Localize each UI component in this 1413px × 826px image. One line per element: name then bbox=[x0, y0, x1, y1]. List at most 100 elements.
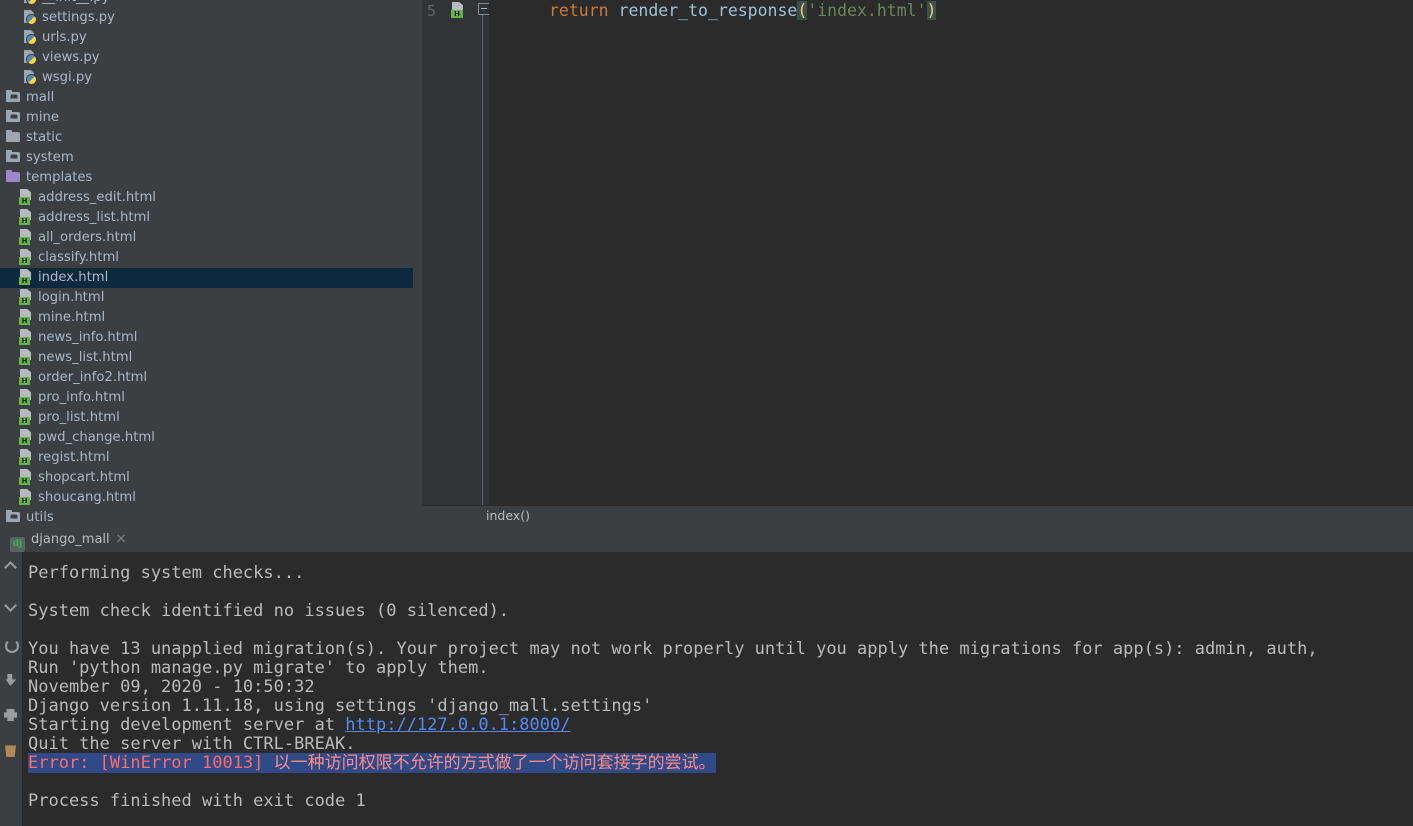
tree-item-index-html[interactable]: index.html bbox=[0, 268, 420, 288]
tree-item-system[interactable]: system bbox=[0, 148, 420, 168]
tree-item-mine[interactable]: mine bbox=[0, 108, 420, 128]
fold-guide-line bbox=[482, 14, 483, 505]
tree-item-address-list-html[interactable]: address_list.html bbox=[0, 208, 420, 228]
module-folder-icon bbox=[6, 509, 22, 525]
console-text: You have 13 unapplied migration(s). Your… bbox=[28, 639, 1318, 659]
code-editor[interactable]: 5 return render_to_response('index.html'… bbox=[422, 0, 1413, 505]
console-text: Process finished with exit code 1 bbox=[28, 791, 366, 811]
python-file-icon bbox=[22, 0, 38, 5]
rerun-icon[interactable] bbox=[3, 637, 19, 653]
console-line: Run 'python manage.py migrate' to apply … bbox=[28, 659, 489, 678]
tree-item-label: system bbox=[26, 150, 74, 165]
tree-item-label: __init__.py bbox=[42, 0, 110, 5]
tree-item-label: regist.html bbox=[38, 450, 110, 465]
tree-item-pwd-change-html[interactable]: pwd_change.html bbox=[0, 428, 420, 448]
console-line: Starting development server at http://12… bbox=[28, 716, 570, 735]
html-file-icon bbox=[18, 329, 34, 345]
breadcrumb[interactable]: index() bbox=[486, 508, 530, 523]
tree-item-label: mine.html bbox=[38, 310, 106, 325]
tree-item-views-py[interactable]: views.py bbox=[0, 48, 420, 68]
console-line: November 09, 2020 - 10:50:32 bbox=[28, 678, 315, 697]
server-url-link[interactable]: http://127.0.0.1:8000/ bbox=[345, 715, 570, 735]
tree-item-pro-list-html[interactable]: pro_list.html bbox=[0, 408, 420, 428]
console-text: Django version 1.11.18, using settings '… bbox=[28, 696, 653, 716]
tree-item-templates[interactable]: templates bbox=[0, 168, 420, 188]
python-file-icon bbox=[22, 9, 38, 25]
scroll-down-icon[interactable] bbox=[3, 598, 19, 614]
tree-item-utils[interactable]: utils bbox=[0, 508, 420, 528]
tree-item-label: index.html bbox=[38, 270, 109, 285]
tree-item--init-py[interactable]: __init__.py bbox=[0, 0, 420, 8]
html-file-icon bbox=[18, 469, 34, 485]
project-tree-scrollbar-track[interactable] bbox=[413, 0, 420, 520]
html-file-icon bbox=[18, 189, 34, 205]
console-toolbar[interactable] bbox=[0, 552, 22, 826]
editor-gutter[interactable]: 5 bbox=[422, 0, 477, 505]
html-file-icon bbox=[450, 2, 466, 18]
tree-item-label: news_list.html bbox=[38, 350, 133, 365]
pycharm-window: __init__.py settings.py urls.py views.py wsg… bbox=[0, 0, 1413, 826]
html-file-icon bbox=[18, 209, 34, 225]
tree-item-wsgi-py[interactable]: wsgi.py bbox=[0, 68, 420, 88]
run-tab-label: django_mall bbox=[31, 532, 110, 547]
tree-item-shopcart-html[interactable]: shopcart.html bbox=[0, 468, 420, 488]
tree-item-settings-py[interactable]: settings.py bbox=[0, 8, 420, 28]
tree-item-pro-info-html[interactable]: pro_info.html bbox=[0, 388, 420, 408]
console-line: Process finished with exit code 1 bbox=[28, 792, 366, 811]
html-file-icon bbox=[18, 229, 34, 245]
clear-all-icon[interactable] bbox=[3, 742, 19, 758]
tree-item-classify-html[interactable]: classify.html bbox=[0, 248, 420, 268]
tree-item-label: shopcart.html bbox=[38, 470, 130, 485]
tree-item-address-edit-html[interactable]: address_edit.html bbox=[0, 188, 420, 208]
tree-item-label: settings.py bbox=[42, 10, 115, 25]
soft-wrap-icon[interactable] bbox=[3, 672, 19, 688]
console-text: Starting development server at bbox=[28, 715, 346, 735]
print-icon[interactable] bbox=[3, 707, 19, 723]
tree-item-label: mall bbox=[26, 90, 55, 105]
code-open-paren: ( bbox=[797, 1, 808, 20]
tree-item-order-info2-html[interactable]: order_info2.html bbox=[0, 368, 420, 388]
tree-item-static[interactable]: static bbox=[0, 128, 420, 148]
tree-item-mall[interactable]: mall bbox=[0, 88, 420, 108]
run-tab-django-mall[interactable]: dj django_mall ✕ bbox=[4, 528, 135, 554]
tree-item-label: shoucang.html bbox=[38, 490, 136, 505]
code-keyword: return bbox=[549, 1, 609, 20]
code-line-5[interactable]: return render_to_response('index.html') bbox=[549, 0, 937, 22]
tree-item-urls-py[interactable]: urls.py bbox=[0, 28, 420, 48]
project-tree-panel[interactable]: __init__.py settings.py urls.py views.py wsg… bbox=[0, 0, 421, 528]
python-file-icon bbox=[22, 29, 38, 45]
folder-icon bbox=[6, 129, 22, 145]
code-close-paren: ) bbox=[926, 1, 937, 20]
tree-item-label: classify.html bbox=[38, 250, 119, 265]
tree-item-label: templates bbox=[26, 170, 93, 185]
tree-item-label: address_list.html bbox=[38, 210, 151, 225]
editor-code-area[interactable]: return render_to_response('index.html') bbox=[489, 0, 1413, 505]
tree-item-all-orders-html[interactable]: all_orders.html bbox=[0, 228, 420, 248]
close-icon[interactable]: ✕ bbox=[116, 532, 127, 547]
tree-item-login-html[interactable]: login.html bbox=[0, 288, 420, 308]
tree-item-mine-html[interactable]: mine.html bbox=[0, 308, 420, 328]
tree-item-label: pro_info.html bbox=[38, 390, 125, 405]
html-file-icon bbox=[18, 289, 34, 305]
django-icon: dj bbox=[10, 537, 25, 552]
tree-item-news-info-html[interactable]: news_info.html bbox=[0, 328, 420, 348]
error-message: 以一种访问权限不允许的方式做了一个访问套接字的尝试。 bbox=[263, 753, 716, 773]
templates-folder-icon bbox=[6, 169, 22, 185]
gutter-bottom-filler bbox=[422, 495, 477, 505]
line-number: 5 bbox=[426, 2, 436, 20]
console-line: Django version 1.11.18, using settings '… bbox=[28, 697, 652, 716]
tree-item-label: all_orders.html bbox=[38, 230, 137, 245]
tree-item-label: login.html bbox=[38, 290, 105, 305]
tree-item-news-list-html[interactable]: news_list.html bbox=[0, 348, 420, 368]
html-file-icon bbox=[18, 249, 34, 265]
tree-item-regist-html[interactable]: regist.html bbox=[0, 448, 420, 468]
tree-item-label: mine bbox=[26, 110, 59, 125]
console-output[interactable]: Performing system checks... System check … bbox=[22, 552, 1413, 826]
module-folder-icon bbox=[6, 109, 22, 125]
run-tab-bar: dj django_mall ✕ bbox=[0, 528, 1413, 554]
console-text: Run 'python manage.py migrate' to apply … bbox=[28, 658, 489, 678]
tree-item-shoucang-html[interactable]: shoucang.html bbox=[0, 488, 420, 508]
console-text: System check identified no issues (0 sil… bbox=[28, 601, 510, 621]
editor-fold-strip[interactable] bbox=[477, 0, 490, 505]
scroll-up-icon[interactable] bbox=[3, 558, 19, 574]
